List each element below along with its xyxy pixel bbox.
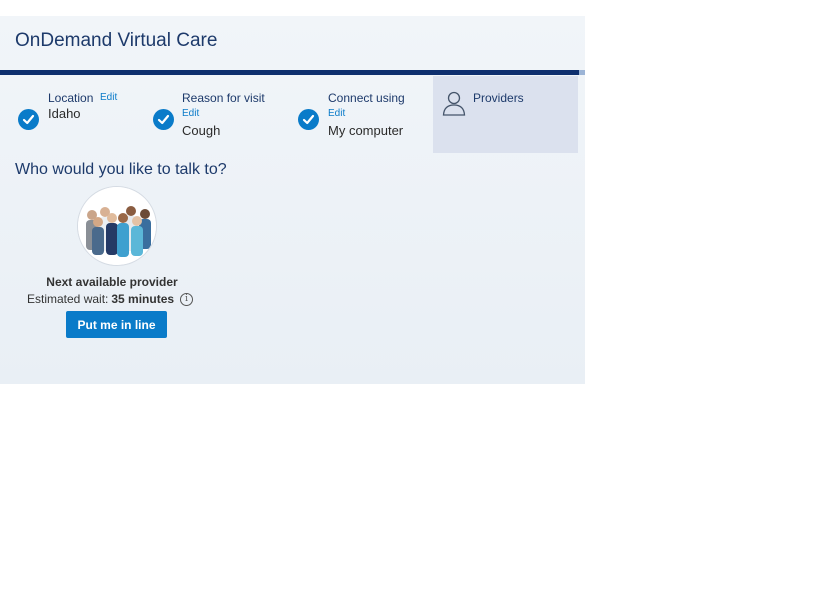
step-reason-edit-link[interactable]: Edit [182,108,199,119]
step-connect-edit-link[interactable]: Edit [328,108,345,119]
progress-bar [0,70,579,75]
step-location-label: Location [48,91,94,105]
step-connect-value: My computer [328,123,404,138]
put-me-in-line-button[interactable]: Put me in line [66,311,167,338]
step-location: Location Edit Idaho [0,76,145,153]
step-reason: Reason for visit Edit Cough [145,76,290,153]
step-location-value: Idaho [48,106,81,121]
provider-question: Who would you like to talk to? [15,161,227,178]
check-icon [298,109,319,130]
step-reason-label: Reason for visit [182,91,265,105]
step-connect-label: Connect using [328,91,405,105]
user-outline-icon [442,90,466,121]
estimated-wait-value: 35 minutes [111,292,175,306]
step-providers: Providers [433,76,578,153]
app-title: OnDemand Virtual Care [15,30,218,51]
provider-group-photo [77,186,157,266]
info-icon[interactable]: i [180,292,194,306]
provider-name: Next available provider [46,275,178,289]
estimated-wait: Estimated wait: 35 minutes i [27,292,194,306]
estimated-wait-label: Estimated wait: [27,292,109,306]
step-location-edit-link[interactable]: Edit [100,92,117,103]
step-connect: Connect using Edit My computer [290,76,433,153]
virtual-care-panel: OnDemand Virtual Care Location Edit Idah… [0,16,585,384]
progress-bar-remainder [579,70,585,75]
check-icon [153,109,174,130]
check-icon [18,109,39,130]
step-providers-label: Providers [473,91,524,105]
step-reason-value: Cough [182,123,221,138]
